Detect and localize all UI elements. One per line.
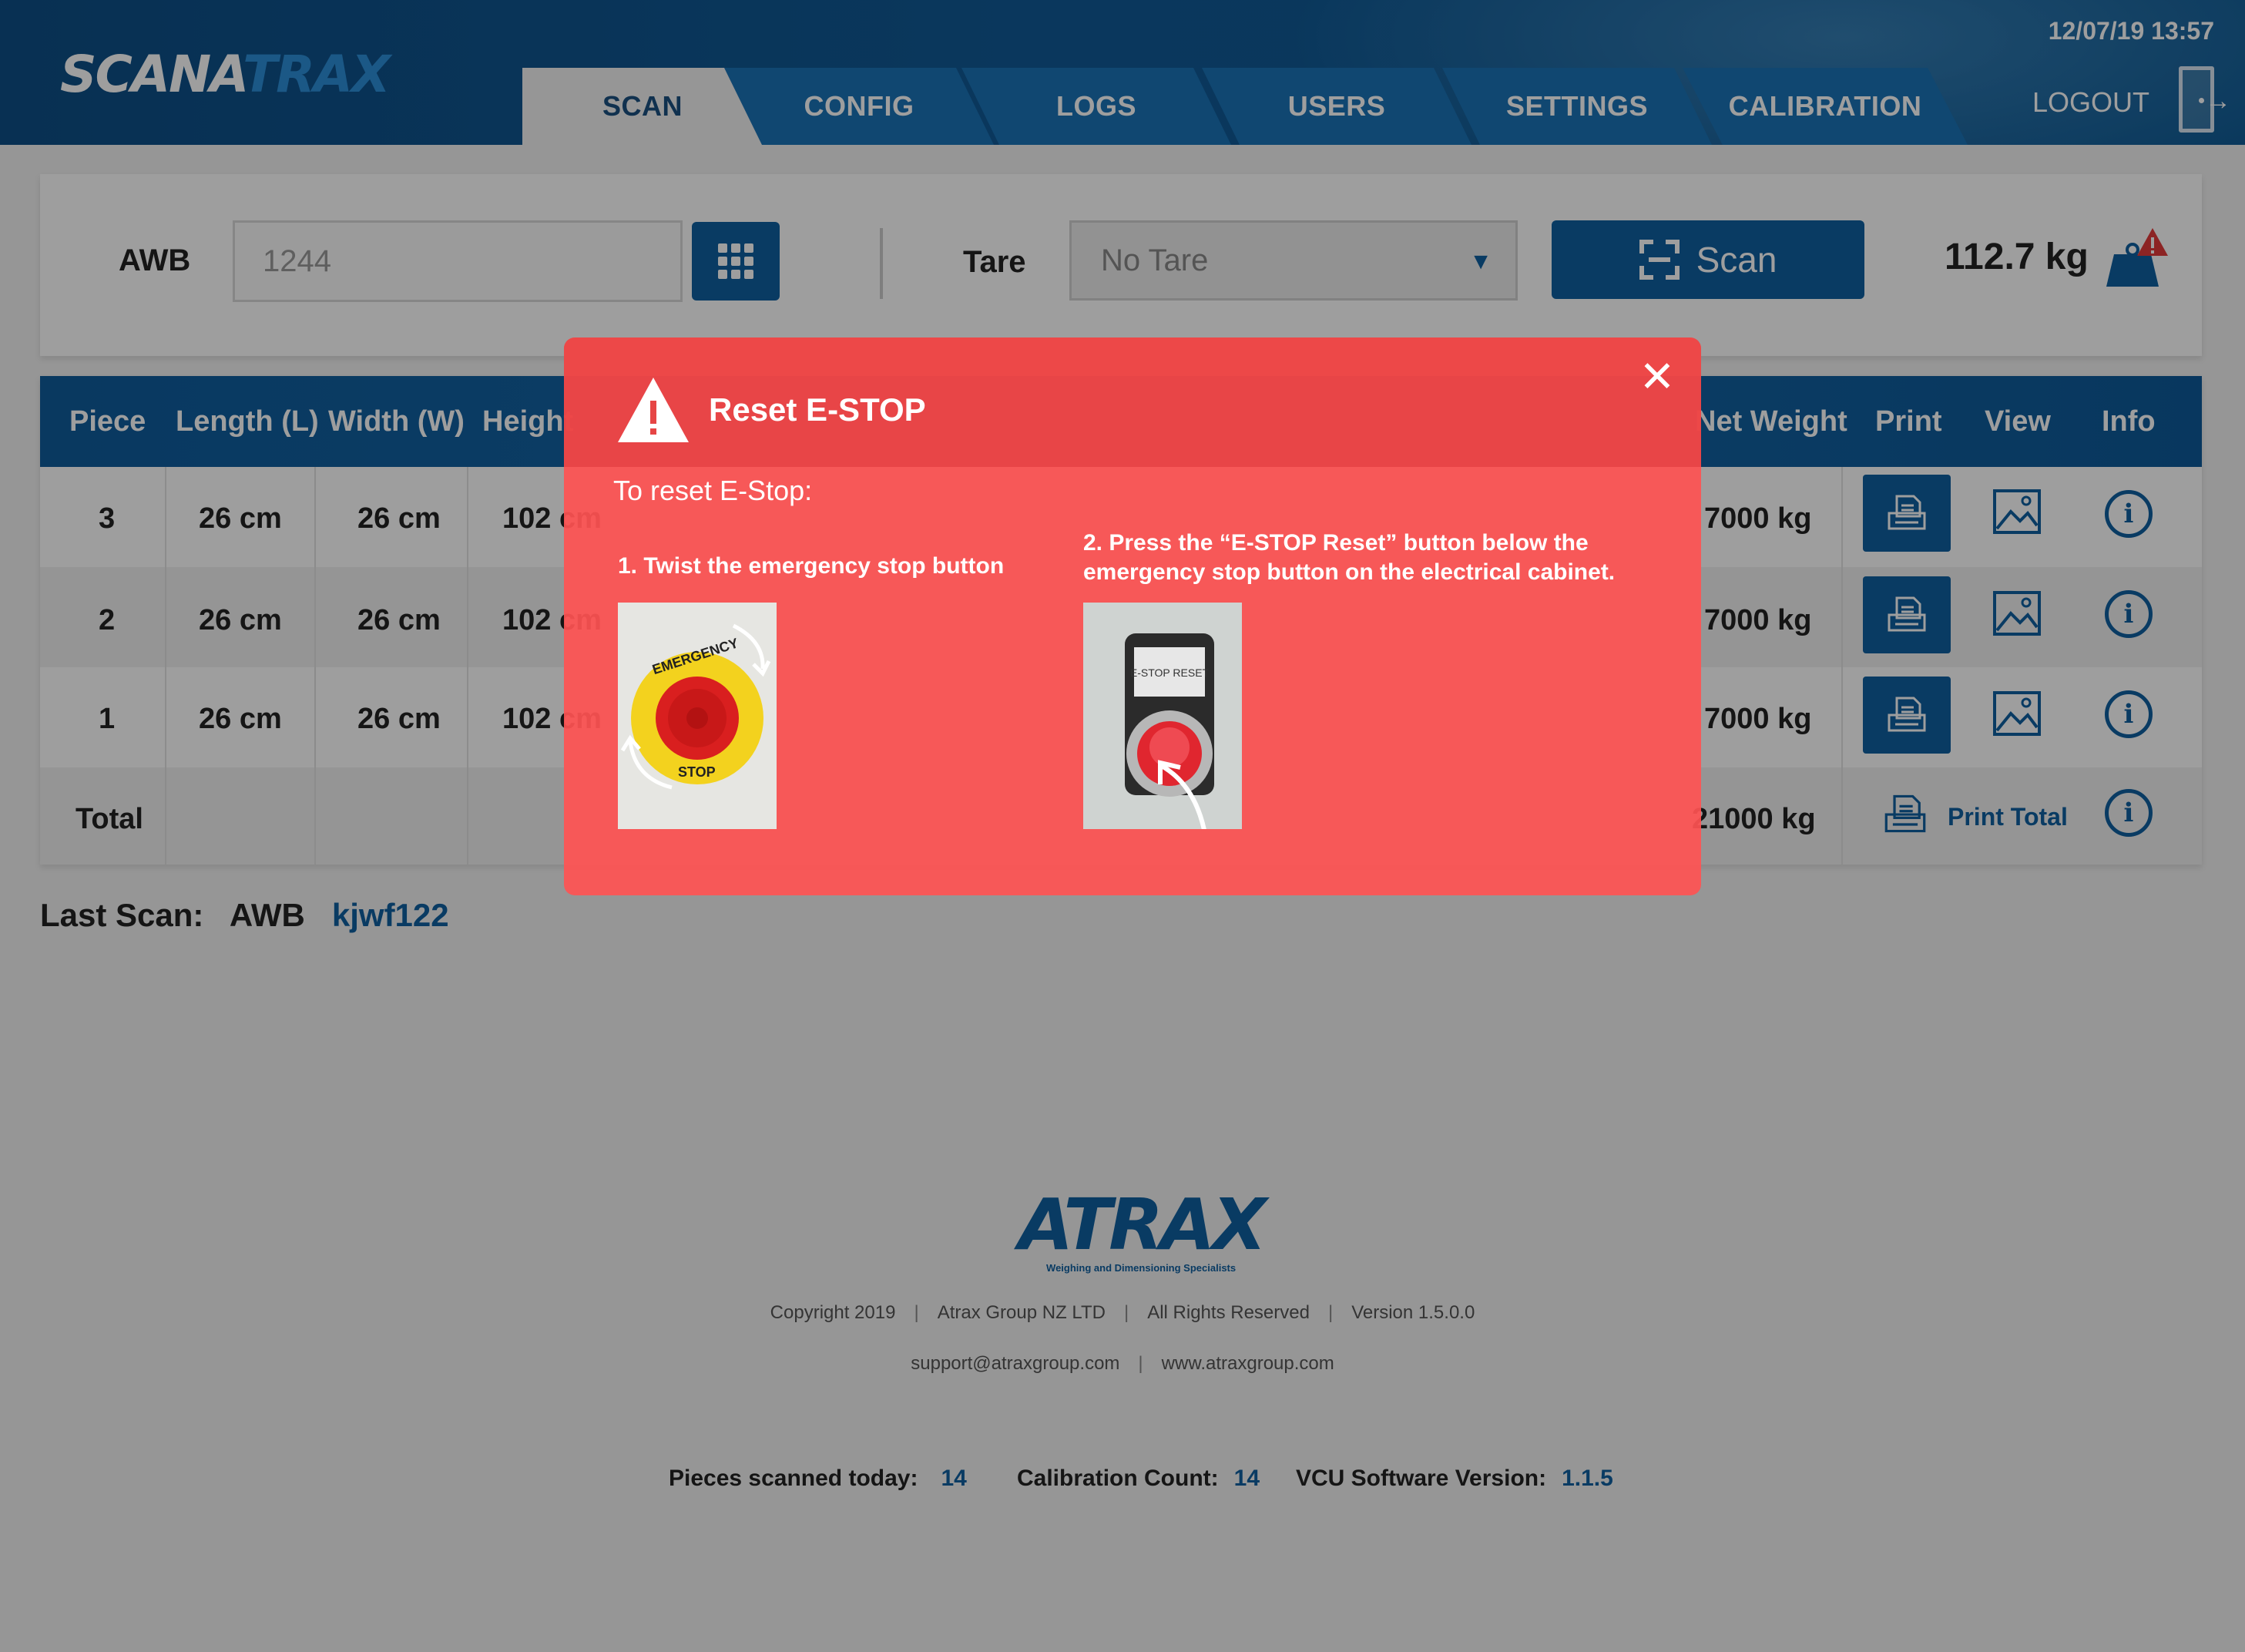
reset-estop-modal: Reset E-STOP ✕ To reset E-Stop: 1. Twist… xyxy=(564,337,1701,895)
step-one-text: 1. Twist the emergency stop button xyxy=(618,553,1005,579)
estop-reset-illustration: E-STOP RESET xyxy=(1083,603,1242,829)
emergency-stop-illustration: EMERGENCY STOP xyxy=(618,603,777,829)
photo1-bottom-label: STOP xyxy=(678,764,716,780)
step-two-text: 2. Press the “E-STOP Reset” button below… xyxy=(1083,530,1616,585)
estop-reset-photo: E-STOP RESET xyxy=(1083,603,1242,829)
photo2-label: E-STOP RESET xyxy=(1130,667,1210,679)
warning-icon xyxy=(618,378,689,442)
modal-title: Reset E-STOP xyxy=(709,391,926,428)
close-icon[interactable]: ✕ xyxy=(1635,354,1680,399)
modal-subtitle: To reset E-Stop: xyxy=(613,475,813,506)
emergency-stop-photo: EMERGENCY STOP xyxy=(618,603,777,829)
